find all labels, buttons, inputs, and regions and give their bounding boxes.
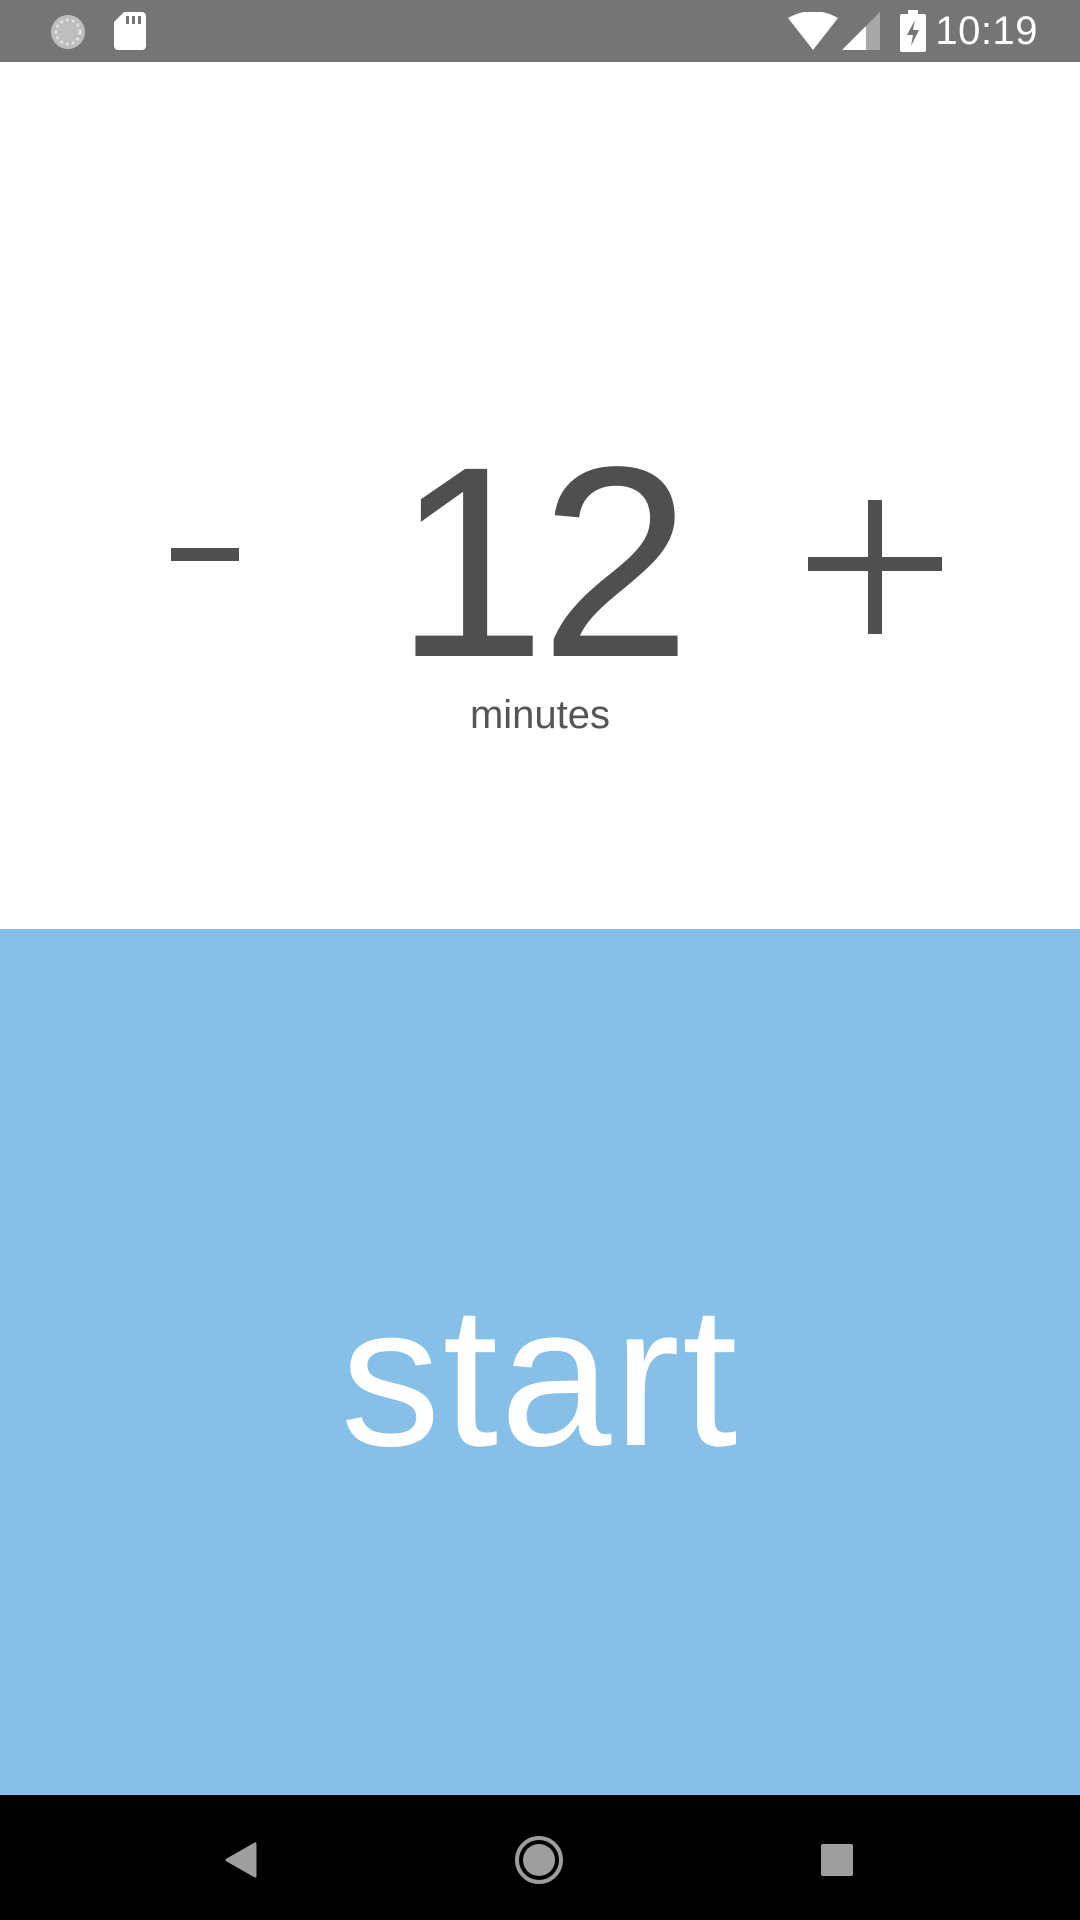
status-clock: 10:19 (935, 9, 1038, 53)
battery-charging-icon (900, 10, 926, 57)
sd-card-icon (114, 12, 146, 55)
app-screen: 10:19 12 minutes start (0, 0, 1080, 1920)
back-button[interactable] (196, 1815, 286, 1905)
cell-signal-icon (842, 12, 880, 55)
recents-icon (821, 1844, 853, 1876)
decrement-button[interactable] (140, 474, 270, 634)
start-button[interactable]: start (0, 929, 1080, 1795)
minus-icon (171, 547, 239, 561)
minutes-unit-label: minutes (469, 693, 611, 737)
home-button[interactable] (494, 1815, 584, 1905)
start-button-label: start (340, 1265, 740, 1488)
status-bar: 10:19 (0, 0, 1080, 62)
back-icon (225, 1842, 257, 1878)
recents-button[interactable] (792, 1815, 882, 1905)
wifi-icon (788, 11, 838, 55)
timer-area: 12 minutes (0, 62, 1080, 929)
minutes-value: 12 (394, 410, 692, 714)
navigation-bar (0, 1795, 1080, 1920)
sync-icon (48, 12, 88, 57)
home-icon (515, 1836, 563, 1884)
increment-button[interactable] (800, 492, 950, 642)
